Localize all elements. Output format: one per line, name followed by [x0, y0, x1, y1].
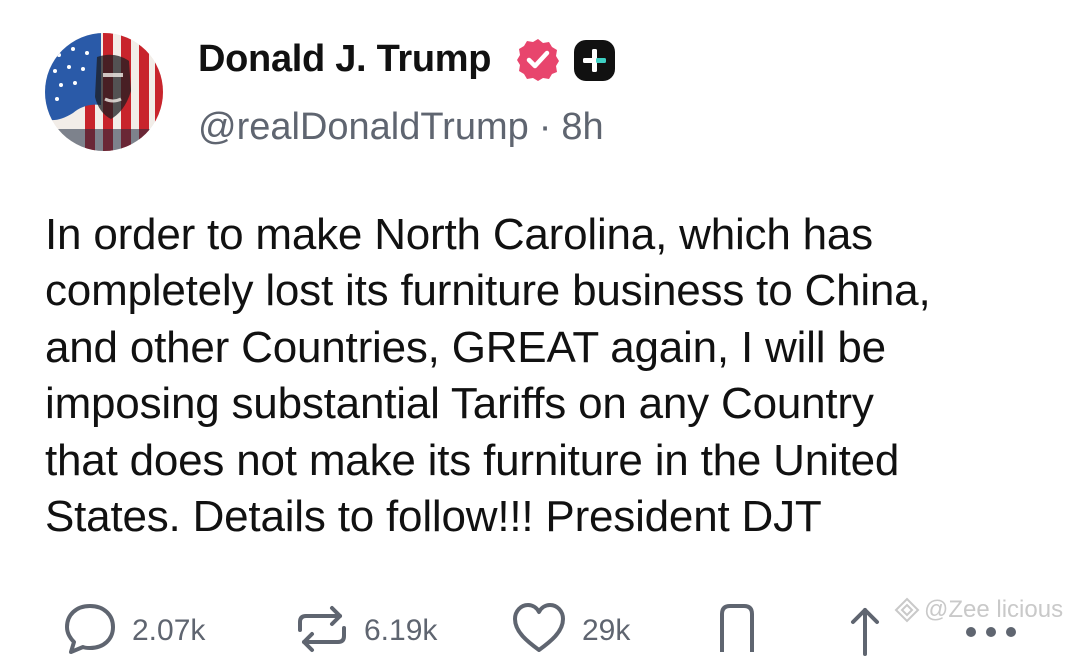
plus-badge-icon — [574, 40, 615, 81]
like-count: 29k — [582, 614, 631, 647]
display-name[interactable]: Donald J. Trump — [198, 38, 492, 81]
heart-icon — [513, 603, 565, 652]
diamond-logo-icon — [894, 597, 920, 623]
share-button[interactable] — [845, 600, 885, 656]
avatar-image — [45, 33, 163, 151]
avatar[interactable] — [45, 33, 163, 151]
watermark-text: @Zee licious — [924, 596, 1064, 623]
post-text: In order to make North Carolina, which h… — [45, 210, 931, 542]
like-button[interactable]: 29k — [510, 600, 630, 656]
retruth-count: 6.19k — [364, 614, 438, 647]
reply-button[interactable]: 2.07k — [62, 600, 205, 656]
verified-badge-icon — [517, 39, 559, 81]
bookmark-button[interactable] — [714, 600, 760, 656]
meta-separator: · — [538, 106, 552, 148]
post-meta: @realDonaldTrump · 8h — [198, 106, 604, 149]
handle[interactable]: @realDonaldTrump — [198, 106, 529, 148]
bookmark-icon — [720, 604, 754, 652]
timestamp[interactable]: 8h — [561, 106, 603, 148]
more-icon[interactable] — [963, 622, 1019, 637]
watermark: @Zee licious — [894, 596, 1063, 624]
retruth-button[interactable]: 6.19k — [294, 600, 437, 656]
reply-count: 2.07k — [132, 614, 206, 647]
reply-icon — [65, 604, 115, 654]
share-icon — [851, 608, 879, 656]
retruth-icon — [298, 606, 346, 652]
